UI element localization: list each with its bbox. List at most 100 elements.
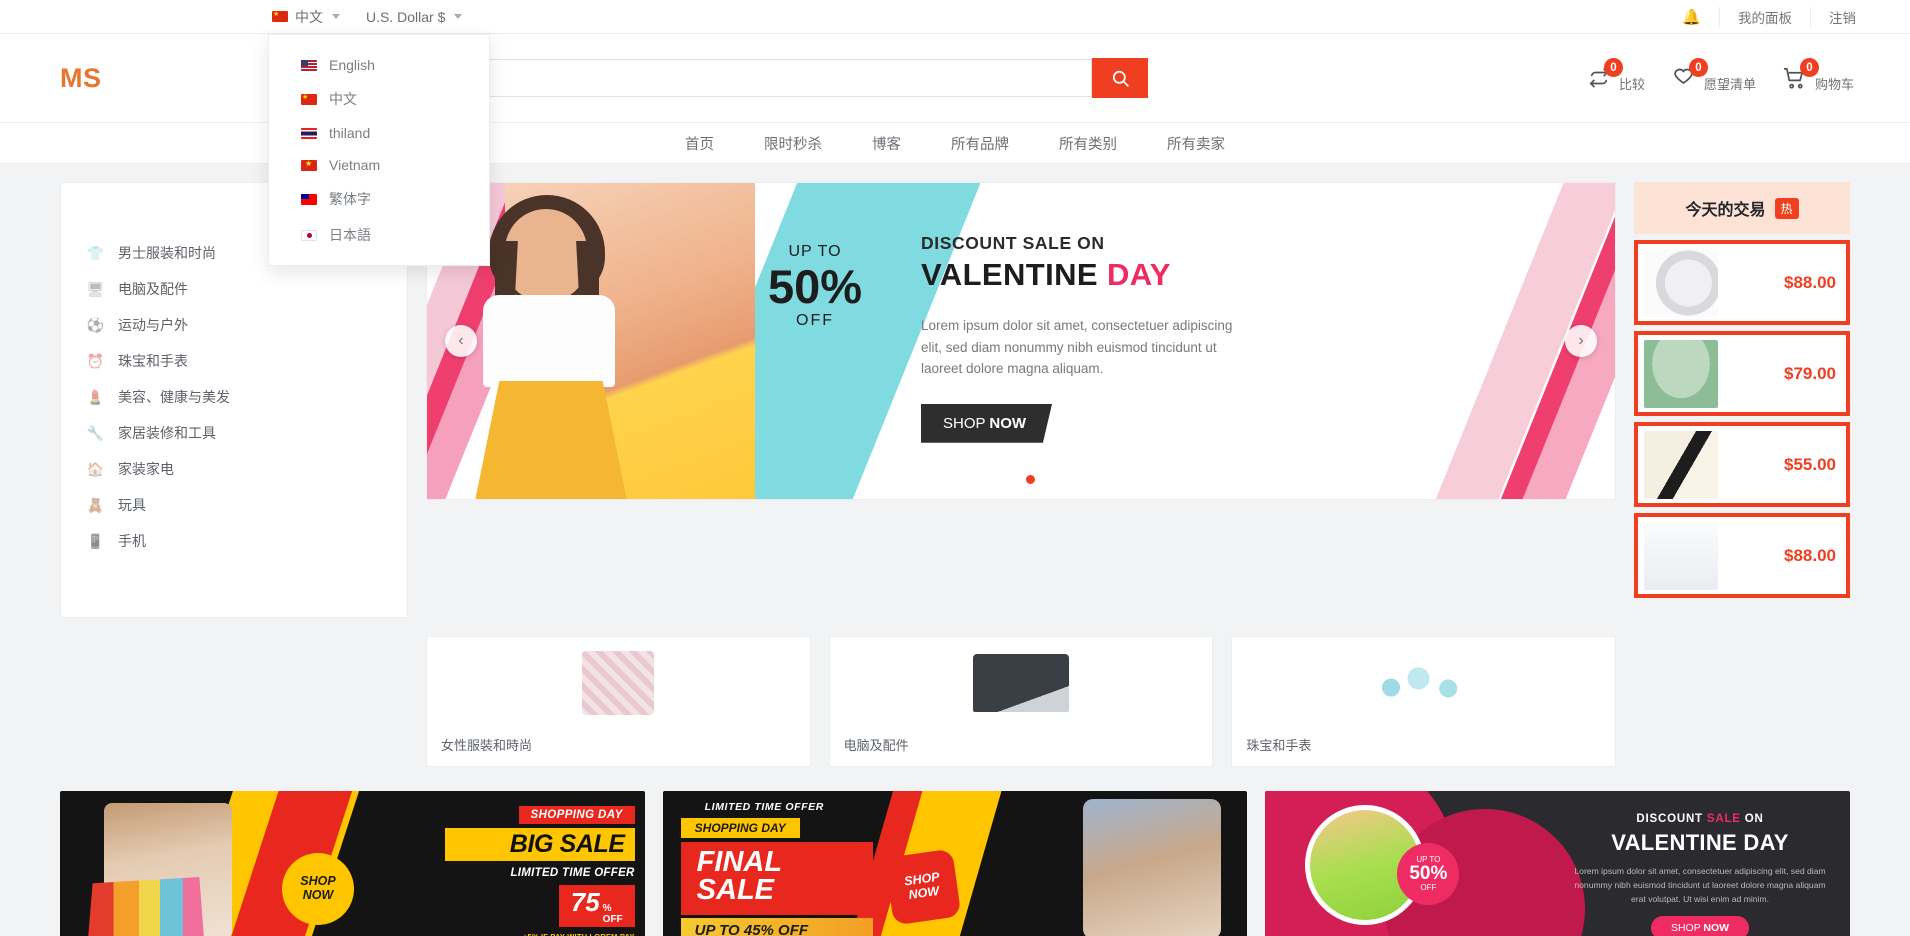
promo-banner-final-sale[interactable]: LIMITED TIME OFFER SHOPPING DAY FINAL SA… (662, 791, 1248, 936)
logo-text: MS (60, 62, 102, 93)
language-dropdown-menu[interactable]: English 中文 thiland Vietnam 繁体字 日本語 (268, 34, 490, 266)
flag-tw-icon (301, 193, 317, 205)
site-logo[interactable]: MS (0, 63, 272, 94)
language-option-japanese[interactable]: 日本語 (269, 217, 489, 253)
nav-item-blog[interactable]: 博客 (872, 133, 901, 154)
sidebar-item-sports-outdoors[interactable]: ⚽ 运动与户外 (61, 307, 407, 343)
sidebar-item-home-improvement[interactable]: 🔧 家居装修和工具 (61, 415, 407, 451)
search-input[interactable] (393, 70, 1075, 86)
sidebar-item-toys[interactable]: 🧸 玩具 (61, 487, 407, 523)
language-option-thailand[interactable]: thiland (269, 117, 489, 149)
tools-icon: 🔧 (86, 424, 105, 441)
language-option-english[interactable]: English (269, 49, 489, 81)
compare-button[interactable]: 0 比较 (1586, 58, 1645, 93)
hero-shop-now-button[interactable]: SHOP NOW (921, 403, 1053, 443)
sidebar-item-label: 运动与户外 (118, 317, 188, 333)
hero-title: VALENTINE DAY (921, 257, 1341, 293)
promo-banner-valentine[interactable]: UP TO 50% OFF DISCOUNT SALE ON VALENTINE… (1265, 791, 1851, 936)
carousel-prev-button[interactable]: ‹ (445, 325, 477, 357)
carousel-dot-active[interactable] (1025, 475, 1035, 484)
promo-b-tag: SHOPPING DAY (680, 818, 800, 838)
promo-a-text-block: SHOPPING DAY BIG SALE LIMITED TIME OFFER… (444, 805, 635, 936)
language-option-vietnam[interactable]: Vietnam (269, 149, 489, 181)
currency-selector[interactable]: U.S. Dollar $ (366, 9, 463, 25)
sidebar-item-label: 美容、健康与美发 (118, 389, 230, 405)
carousel-dot[interactable] (989, 475, 999, 484)
promo-b-shop-now-button[interactable]: SHOP NOW (884, 848, 962, 926)
sidebar-item-label: 电脑及配件 (118, 281, 188, 297)
category-card-jewelry[interactable]: 珠宝和手表 (1231, 636, 1617, 767)
nav-item-all-sellers[interactable]: 所有卖家 (1167, 133, 1225, 154)
sidebar-item-appliances[interactable]: 🏠 家装家电 (61, 451, 407, 487)
flag-jp-icon (301, 229, 317, 241)
promo-b-upto: UP TO 45% OFF (680, 917, 873, 936)
language-option-chinese[interactable]: 中文 (269, 81, 489, 117)
nav-item-flash-sale[interactable]: 限时秒杀 (764, 133, 822, 154)
promo-a-shop-line1: SHOP (300, 874, 336, 889)
hero-kicker: DISCOUNT SALE ON (921, 233, 1105, 253)
deal-card[interactable]: $55.00 (1634, 422, 1850, 507)
carousel-dot[interactable] (1007, 475, 1017, 484)
search-button[interactable] (1092, 58, 1148, 98)
shirt-icon: 👕 (86, 244, 105, 261)
todays-deals-list[interactable]: $88.00 $79.00 $55.00 $88.00 (1634, 234, 1850, 602)
nav-item-all-brands[interactable]: 所有品牌 (951, 133, 1009, 154)
carousel-next-button[interactable]: › (1565, 325, 1597, 357)
hero-carousel[interactable]: UP TO 50% OFF DISCOUNT SALE ON VALENTINE… (426, 182, 1616, 500)
promo-c-kicker-pre: DISCOUNT (1636, 813, 1707, 825)
promo-b-upto-prefix: UP TO (694, 921, 744, 936)
sidebar-item-beauty-health[interactable]: 💄 美容、健康与美发 (61, 379, 407, 415)
promo-a-limited-text: LIMITED TIME OFFER (510, 867, 635, 879)
promo-a-shop-now-button[interactable]: SHOP NOW (282, 853, 354, 925)
notifications-button[interactable]: 🔔 (1664, 7, 1719, 27)
hero-off-text: OFF (796, 312, 834, 329)
sidebar-item-label: 家居装修和工具 (118, 425, 216, 441)
deal-card[interactable]: $79.00 (1634, 331, 1850, 416)
flag-cn-icon (272, 9, 288, 22)
language-option-label: Vietnam (329, 157, 381, 173)
sidebar-item-jewelry-watches[interactable]: ⏰ 珠宝和手表 (61, 343, 407, 379)
sidebar-item-label: 玩具 (118, 497, 146, 513)
promo-b-headline-line1: FINAL (696, 846, 783, 878)
cart-button[interactable]: 0 购物车 (1782, 58, 1854, 93)
deal-card[interactable]: $88.00 (1634, 513, 1850, 598)
promo-c-title: VALENTINE DAY (1611, 830, 1789, 855)
promo-c-button-plain: SHOP (1670, 922, 1704, 935)
promo-a-discount-pct: % (602, 903, 612, 914)
promo-a-headline: BIG SALE (444, 828, 635, 861)
promo-a-discount: 75 % OFF (558, 885, 635, 927)
hero-title-main: VALENTINE (921, 257, 1107, 292)
promo-b-upto-suffix: OFF (773, 921, 809, 936)
language-option-label: English (329, 57, 375, 73)
nav-item-home[interactable]: 首页 (685, 133, 714, 154)
language-option-traditional-chinese[interactable]: 繁体字 (269, 181, 489, 217)
deal-card[interactable]: $88.00 (1634, 240, 1850, 325)
wishlist-label: 愿望清单 (1703, 77, 1756, 92)
flag-th-icon (301, 127, 317, 139)
sidebar-item-label: 珠宝和手表 (118, 353, 188, 369)
deal-price: $88.00 (1784, 545, 1836, 565)
logout-link[interactable]: 注销 (1810, 6, 1874, 27)
deal-thumbnail (1644, 430, 1718, 499)
category-card-image (1246, 647, 1601, 719)
category-card-label: 女性服裝和時尚 (441, 738, 533, 753)
nav-item-all-categories[interactable]: 所有类别 (1059, 133, 1117, 154)
sidebar-item-computers[interactable]: 🖥 电脑及配件 (61, 271, 407, 307)
storefront-page: 中文 U.S. Dollar $ 🔔 我的面板 注销 MS (0, 0, 1910, 936)
language-selector[interactable]: 中文 (272, 7, 340, 27)
category-card-computers[interactable]: 电脑及配件 (828, 636, 1214, 767)
promo-banner-big-sale[interactable]: SHOP NOW SHOPPING DAY BIG SALE LIMITED T… (60, 791, 645, 936)
search-icon (1112, 70, 1129, 87)
carousel-dot[interactable] (1043, 475, 1053, 484)
my-panel-link[interactable]: 我的面板 (1719, 6, 1810, 27)
deal-price: $55.00 (1784, 454, 1836, 474)
promo-c-discount-badge: UP TO 50% OFF (1397, 843, 1460, 905)
wishlist-button[interactable]: 0 愿望清单 (1671, 58, 1756, 93)
deal-price: $88.00 (1784, 272, 1836, 292)
sidebar-item-mobile-phones[interactable]: 📱 手机 (61, 523, 407, 559)
promo-c-shop-now-button[interactable]: SHOP NOW (1650, 916, 1750, 936)
category-card-womens-fashion[interactable]: 女性服裝和時尚 (426, 636, 811, 767)
promo-a-discount-suffix: % OFF (603, 903, 623, 925)
language-option-label: 日本語 (329, 227, 371, 243)
flag-vn-icon (301, 158, 317, 171)
